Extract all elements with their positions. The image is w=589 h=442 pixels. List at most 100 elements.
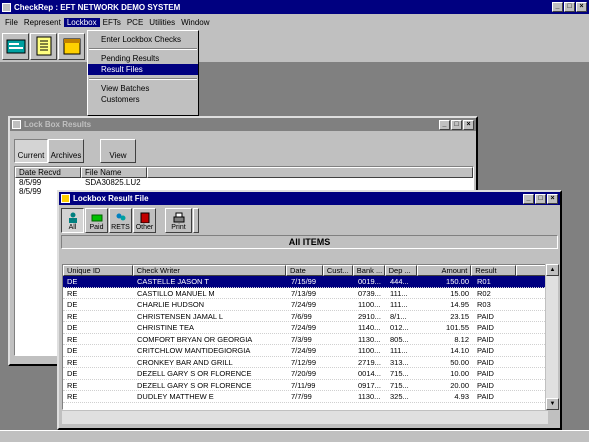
col-unique-id[interactable]: Unique ID <box>63 265 133 276</box>
app-title-bar: CheckRep : EFT NETWORK DEMO SYSTEM _ □ × <box>0 0 589 14</box>
table-row[interactable]: RE DEZELL GARY S OR FLORENCE 7/11/99 0917..… <box>63 380 547 391</box>
tool-calendar-button[interactable] <box>58 32 85 60</box>
money-icon <box>91 214 102 221</box>
menu-separator <box>89 48 197 50</box>
col-deposit[interactable]: Dep ... <box>384 265 417 276</box>
table-row[interactable]: RE DUDLEY MATTHEW E 7/7/99 1130... 325... 4.9… <box>63 391 547 403</box>
cell-writer: CASTILLO MANUEL M <box>137 288 215 298</box>
filter-other-button[interactable]: Other <box>133 207 156 233</box>
menu-window[interactable]: Window <box>178 18 212 27</box>
result-file-title-bar: Lockbox Result File _ □ × <box>59 192 560 205</box>
cell-dep: 012... <box>390 323 409 332</box>
menu-efts[interactable]: EFTs <box>100 18 124 27</box>
table-row[interactable]: RE COMFORT BRYAN OR GEORGIA 7/3/99 1130... 8… <box>63 334 547 345</box>
print-dropdown-button[interactable] <box>193 207 199 233</box>
table-row[interactable]: DE CHRISTINE TEA 7/24/99 1140... 012... 101.5… <box>63 322 547 334</box>
maximize-button[interactable]: □ <box>451 119 462 130</box>
status-bar <box>0 430 589 442</box>
current-button[interactable]: Current <box>14 139 48 163</box>
cell-id: RE <box>67 288 78 298</box>
archives-button[interactable]: Archives <box>48 139 84 163</box>
book-icon <box>140 212 149 223</box>
cell-bank: 0014... <box>358 369 381 378</box>
col-date-recvd[interactable]: Date Recvd <box>15 167 81 178</box>
close-button[interactable]: × <box>547 193 558 204</box>
result-grid[interactable]: Unique ID Check Writer Date Cust... Bank… <box>62 264 548 410</box>
menu-item-customers[interactable]: Customers <box>88 94 198 105</box>
cell-id: RE <box>67 392 78 401</box>
cell-date: 7/15/99 <box>291 277 317 286</box>
cell-result: R01 <box>477 277 491 286</box>
cell-result: PAID <box>477 357 494 367</box>
col-filler <box>516 265 547 276</box>
col-bank[interactable]: Bank ... <box>352 265 385 276</box>
table-row[interactable]: DE CHARLIE HUDSON 7/24/99 1100... 111... 14.9… <box>63 299 547 311</box>
calendar-icon <box>63 38 80 55</box>
filter-rets-button[interactable]: RETS <box>109 207 132 233</box>
list-item[interactable]: 8/5/99 SDA30825.LU2 <box>15 178 473 187</box>
cell-dep: 111... <box>390 288 408 298</box>
scroll-down-button[interactable]: ▼ <box>546 398 559 410</box>
col-check-writer[interactable]: Check Writer <box>132 265 287 276</box>
lockbox-result-file-window: Lockbox Result File _ □ × All Paid RETS … <box>57 190 562 430</box>
vertical-scrollbar[interactable]: ▲ ▼ <box>545 264 559 410</box>
cell-cust <box>324 322 354 333</box>
col-date[interactable]: Date <box>286 265 323 276</box>
file-name: SDA30825.LU2 <box>85 178 141 187</box>
cell-bank: 0917... <box>358 380 381 390</box>
cell-date: 7/20/99 <box>291 369 317 378</box>
menu-represent[interactable]: Represent <box>21 18 64 27</box>
cell-cust <box>324 368 354 379</box>
minimize-button[interactable]: _ <box>523 193 534 204</box>
filter-all-button[interactable]: All <box>61 207 84 233</box>
col-file-name[interactable]: File Name <box>81 167 147 178</box>
cell-dep: 715... <box>390 369 409 378</box>
cell-cust <box>324 334 354 345</box>
cell-id: DE <box>67 346 78 355</box>
lockbox-results-button-row: Current Archives View <box>10 131 476 163</box>
filter-paid-label: Paid <box>89 223 104 231</box>
maximize-button[interactable]: □ <box>535 193 546 204</box>
close-button[interactable]: × <box>463 119 474 130</box>
cell-writer: COMFORT BRYAN OR GEORGIA <box>137 334 253 344</box>
menu-item-view-batches[interactable]: View Batches <box>88 83 198 94</box>
cell-date: 7/3/99 <box>291 334 312 344</box>
cell-writer: CHRISTINE TEA <box>137 323 194 332</box>
table-row[interactable]: RE CRONKEY BAR AND GRILL 7/12/99 2719... 313… <box>63 357 547 368</box>
scroll-up-button[interactable]: ▲ <box>546 264 559 276</box>
cell-dep: 715... <box>390 380 409 390</box>
minimize-button[interactable]: _ <box>439 119 450 130</box>
cell-id: DE <box>67 369 78 378</box>
table-row[interactable]: RE CHRISTENSEN JAMAL L 7/6/99 2910... 8/1...… <box>63 311 547 322</box>
tool-form-button[interactable] <box>2 32 29 60</box>
cell-date: 7/24/99 <box>291 323 317 332</box>
close-button[interactable]: × <box>576 2 587 12</box>
menu-lockbox[interactable]: Lockbox <box>63 17 100 27</box>
minimize-button[interactable]: _ <box>552 2 563 12</box>
col-customer[interactable]: Cust... <box>322 265 353 276</box>
tool-ledger-button[interactable] <box>30 32 57 60</box>
menu-file[interactable]: File <box>2 18 21 27</box>
cell-dep: 111... <box>390 300 408 309</box>
menu-item-enter-lockbox-checks[interactable]: Enter Lockbox Checks <box>88 34 198 45</box>
cell-date: 7/13/99 <box>291 288 317 298</box>
menu-pce[interactable]: PCE <box>124 18 146 27</box>
cell-result: PAID <box>477 380 494 390</box>
menu-utilities[interactable]: Utilities <box>146 18 178 27</box>
maximize-button[interactable]: □ <box>564 2 575 12</box>
table-row[interactable]: RE CASTILLO MANUEL M 7/13/99 0739... 111... 1… <box>63 288 547 299</box>
cell-id: RE <box>67 357 78 367</box>
print-button[interactable]: Print <box>165 207 192 233</box>
menu-item-result-files[interactable]: Result Files <box>88 64 198 75</box>
table-row[interactable]: DE CRITCHLOW MANTIDEGIORGIA 7/24/99 1100...… <box>63 345 547 357</box>
filter-paid-button[interactable]: Paid <box>85 207 108 233</box>
horizontal-scrollbar[interactable] <box>62 411 548 424</box>
col-result[interactable]: Result <box>471 265 517 276</box>
menu-item-pending-results[interactable]: Pending Results <box>88 53 198 64</box>
col-amount[interactable]: Amount <box>416 265 472 276</box>
cell-bank: 2719... <box>358 357 381 367</box>
table-row[interactable]: DE CASTELLE JASON T 7/15/99 0019... 444... 15… <box>63 276 547 288</box>
cell-bank: 1100... <box>358 300 381 309</box>
view-button[interactable]: View <box>100 139 136 163</box>
table-row[interactable]: DE DEZELL GARY S OR FLORENCE 7/20/99 0014..… <box>63 368 547 380</box>
